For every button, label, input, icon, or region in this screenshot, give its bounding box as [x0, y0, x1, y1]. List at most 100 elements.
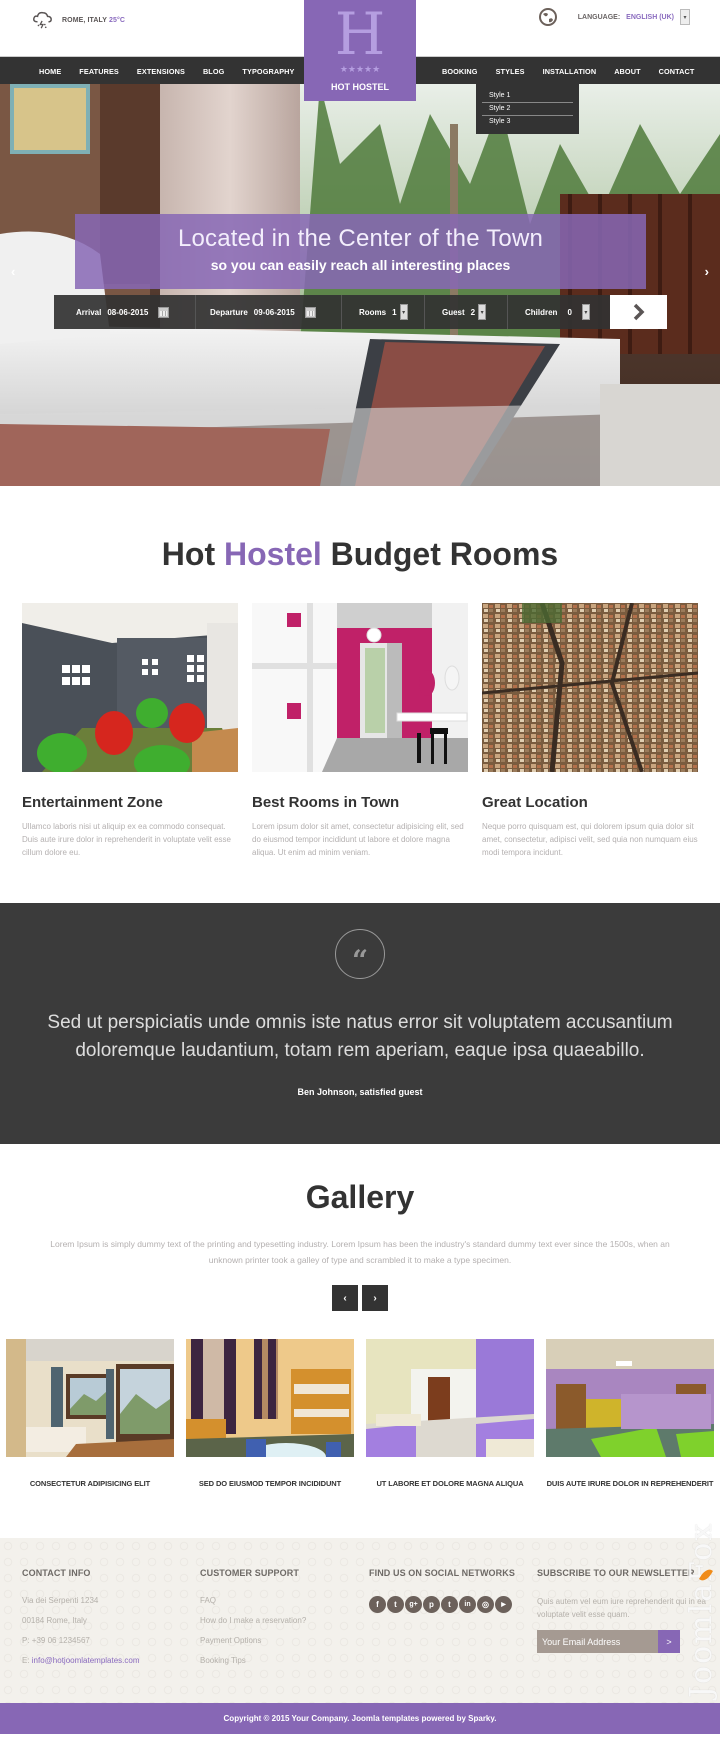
footer-social-column: FIND US ON SOCIAL NETWORKS f t g+ p t in…	[369, 1568, 515, 1613]
newsletter-submit-button[interactable]: >	[658, 1630, 680, 1653]
language-label: LANGUAGE:	[577, 13, 621, 21]
hero-prev-arrow[interactable]: ‹	[11, 264, 15, 279]
room-card[interactable]: Entertainment Zone Ullamco laboris nisi …	[22, 603, 238, 859]
nav-item-home[interactable]: HOME	[39, 67, 70, 76]
title-part: Budget Rooms	[330, 536, 559, 572]
guest-label: Guest	[442, 307, 465, 317]
dribbble-icon[interactable]: ◎	[477, 1596, 494, 1613]
twitter-icon[interactable]: t	[387, 1596, 404, 1613]
newsletter-form: >	[537, 1630, 707, 1653]
dropdown-item-style-3[interactable]: Style 3	[482, 116, 573, 128]
hero-subtitle: so you can easily reach all interesting …	[210, 257, 511, 273]
room-card[interactable]: Great Location Neque porro quisquam est,…	[481, 602, 699, 859]
contact-list: Via dei Serpenti 1234 00184 Rome, Italy …	[22, 1596, 140, 1666]
gallery-next-button[interactable]: ›	[362, 1285, 388, 1311]
youtube-icon[interactable]: ▶	[495, 1596, 512, 1613]
language-switcher[interactable]: LANGUAGE: ENGLISH (UK) ▾	[538, 7, 690, 27]
title-part: Hot	[161, 536, 216, 572]
pinterest-icon[interactable]: p	[423, 1596, 440, 1613]
best-rooms-image[interactable]	[252, 603, 468, 772]
gallery-caption[interactable]: CONSECTETUR ADIPISICING ELIT	[6, 1479, 174, 1488]
social-icons: f t g+ p t in ◎ ▶	[369, 1596, 515, 1613]
chevron-left-icon: ‹	[343, 1292, 347, 1304]
calendar-icon[interactable]	[158, 306, 170, 318]
children-value[interactable]: 0	[567, 308, 571, 317]
room-title[interactable]: Great Location	[482, 794, 698, 811]
gallery-caption[interactable]: DUIS AUTE IRURE DOLOR IN REPREHENDERIT	[546, 1479, 714, 1488]
nav-item-features[interactable]: FEATURES	[70, 67, 128, 76]
hero-next-arrow[interactable]: ›	[705, 264, 709, 279]
gallery-item[interactable]: SED DO EIUSMOD TEMPOR INCIDIDUNT	[186, 1339, 354, 1488]
booking-submit-button[interactable]	[610, 295, 667, 329]
room-card[interactable]: Best Rooms in Town Lorem ipsum dolor sit…	[252, 603, 468, 859]
language-value[interactable]: ENGLISH (UK)	[626, 14, 674, 21]
nav-item-contact[interactable]: CONTACT	[650, 67, 704, 76]
tumblr-icon[interactable]: t	[441, 1596, 458, 1613]
gallery-caption[interactable]: UT LABORE ET DOLORE MAGNA ALIQUA	[366, 1479, 534, 1488]
room-title[interactable]: Best Rooms in Town	[252, 794, 468, 811]
rooms-value[interactable]: 1	[392, 308, 396, 317]
great-location-image[interactable]	[481, 602, 699, 773]
weather-location: ROME, ITALY	[62, 16, 107, 24]
gallery-image[interactable]	[186, 1339, 354, 1471]
dropdown-item-style-1[interactable]: Style 1	[482, 90, 573, 103]
newsletter-email-input[interactable]	[537, 1630, 658, 1653]
section-title: Hot Hostel Budget Rooms	[0, 536, 720, 573]
gallery-image[interactable]	[366, 1339, 534, 1457]
rooms-field[interactable]: Rooms 1 ▾	[342, 295, 425, 329]
nav-item-blog[interactable]: BLOG	[194, 67, 233, 76]
departure-label: Departure	[210, 307, 248, 317]
gallery-caption[interactable]: SED DO EIUSMOD TEMPOR INCIDIDUNT	[186, 1479, 354, 1488]
support-link-booking-tips[interactable]: Booking Tips	[200, 1656, 306, 1666]
arrival-field[interactable]: Arrival 08-06-2015	[54, 295, 196, 329]
chevron-down-icon[interactable]: ▾	[478, 304, 487, 320]
hero-title: Located in the Center of the Town	[177, 225, 544, 252]
nav-item-extensions[interactable]: EXTENSIONS	[128, 67, 194, 76]
children-field[interactable]: Children 0 ▾	[508, 295, 610, 329]
gallery-prev-button[interactable]: ‹	[332, 1285, 358, 1311]
language-dropdown-toggle[interactable]: ▾	[680, 9, 690, 25]
weather-temperature: 25°C	[108, 16, 126, 24]
gallery-grid: CONSECTETUR ADIPISICING ELIT SED DO EIUS…	[0, 1339, 720, 1488]
linkedin-icon[interactable]: in	[459, 1596, 476, 1613]
footer-column-title: FIND US ON SOCIAL NETWORKS	[369, 1568, 515, 1578]
gallery-image[interactable]	[6, 1339, 174, 1457]
guest-field[interactable]: Guest 2 ▾	[425, 295, 508, 329]
departure-field[interactable]: Departure 09-06-2015	[196, 295, 342, 329]
nav-item-installation[interactable]: INSTALLATION	[534, 67, 606, 76]
room-title[interactable]: Entertainment Zone	[22, 794, 238, 811]
dropdown-item-style-2[interactable]: Style 2	[482, 103, 573, 116]
support-link-payment[interactable]: Payment Options	[200, 1636, 306, 1646]
contact-email-link[interactable]: info@hotjoomlatemplates.com	[32, 1656, 140, 1665]
facebook-icon[interactable]: f	[369, 1596, 386, 1613]
guest-value[interactable]: 2	[471, 308, 475, 317]
nav-item-styles[interactable]: STYLES	[487, 67, 534, 76]
nav-item-typography[interactable]: TYPOGRAPHY	[233, 67, 303, 76]
testimonial-author: Ben Johnson, satisfied guest	[297, 1087, 423, 1097]
nav-item-about[interactable]: ABOUT	[605, 67, 649, 76]
gallery-item[interactable]: UT LABORE ET DOLORE MAGNA ALIQUA	[366, 1339, 534, 1488]
gallery-item[interactable]: DUIS AUTE IRURE DOLOR IN REPREHENDERIT	[546, 1339, 714, 1488]
chevron-down-icon[interactable]: ▾	[399, 304, 408, 320]
contact-city-line: 00184 Rome, Italy	[22, 1616, 87, 1625]
footer-contact-column: CONTACT INFO Via dei Serpenti 1234 00184…	[22, 1568, 140, 1676]
gallery-section: Gallery Lorem Ipsum is simply dummy text…	[0, 1144, 720, 1538]
gallery-image[interactable]	[546, 1339, 714, 1457]
google-plus-icon[interactable]: g+	[405, 1596, 422, 1613]
arrival-value[interactable]: 08-06-2015	[107, 308, 148, 317]
chevron-down-icon[interactable]: ▾	[581, 304, 590, 320]
logo-stars-icon: ★★★★★	[339, 64, 381, 74]
support-link-reservation[interactable]: How do I make a reservation?	[200, 1616, 306, 1626]
departure-value[interactable]: 09-06-2015	[254, 308, 295, 317]
gallery-description: Lorem Ipsum is simply dummy text of the …	[50, 1239, 670, 1265]
room-grid: Entertainment Zone Ullamco laboris nisi …	[0, 602, 720, 859]
entertainment-zone-image[interactable]	[22, 603, 238, 781]
site-logo[interactable]: H ★★★★★ HOT HOSTEL	[304, 0, 416, 101]
support-link-faq[interactable]: FAQ	[200, 1596, 306, 1606]
nav-item-booking[interactable]: BOOKING	[433, 67, 487, 76]
chevron-right-icon	[633, 303, 644, 321]
gallery-item[interactable]: CONSECTETUR ADIPISICING ELIT	[6, 1339, 174, 1488]
weather-widget: ROME, ITALY 25°C	[32, 10, 125, 30]
contact-email-row: E: info@hotjoomlatemplates.com	[22, 1656, 140, 1666]
calendar-icon[interactable]	[304, 306, 316, 318]
